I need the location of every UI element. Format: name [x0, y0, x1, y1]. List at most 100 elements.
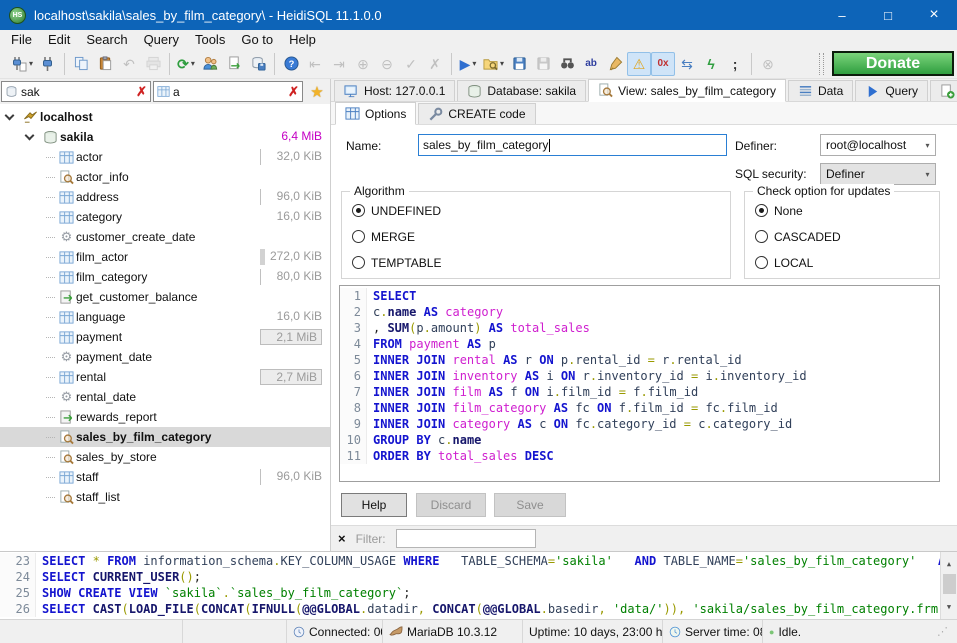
- radio-icon[interactable]: [352, 204, 365, 217]
- tree-item-film_category[interactable]: film_category80,0 KiB: [0, 267, 330, 287]
- view-name-input[interactable]: sales_by_film_category: [418, 134, 727, 156]
- maximize-button[interactable]: □: [865, 0, 911, 30]
- tree-item-sakila[interactable]: sakila6,4 MiB: [0, 127, 330, 147]
- disconnect-icon[interactable]: [36, 52, 60, 76]
- export-database-icon[interactable]: [222, 52, 246, 76]
- definer-combobox[interactable]: root@localhost ▾: [820, 134, 936, 156]
- tab-new-query[interactable]: [930, 80, 957, 101]
- delimiter-icon[interactable]: ;: [723, 52, 747, 76]
- favorites-filter-icon[interactable]: ★: [305, 83, 329, 101]
- user-manager-icon[interactable]: [198, 52, 222, 76]
- scrollbar-thumb[interactable]: [943, 574, 956, 594]
- dropdown-caret-icon[interactable]: ▾: [191, 59, 195, 68]
- tab-database-sakila[interactable]: Database: sakila: [457, 80, 586, 101]
- radio-icon[interactable]: [755, 204, 768, 217]
- subtab-options[interactable]: Options: [335, 102, 416, 125]
- clear-table-filter-icon[interactable]: ✗: [288, 84, 299, 100]
- session-manager-icon[interactable]: ▾: [8, 52, 36, 76]
- view-options-panel: Name: sales_by_film_category Definer: ro…: [331, 125, 957, 525]
- tree-item-sales_by_film_category[interactable]: sales_by_film_category: [0, 427, 330, 447]
- radio-icon[interactable]: [352, 230, 365, 243]
- code-line: 8INNER JOIN film_category AS fc ON f.fil…: [340, 400, 939, 416]
- paste-icon[interactable]: [93, 52, 117, 76]
- donate-button[interactable]: Donate: [832, 51, 954, 76]
- find-text-icon[interactable]: [555, 52, 579, 76]
- menu-tools[interactable]: Tools: [187, 31, 233, 48]
- tree-item-category[interactable]: category16,0 KiB: [0, 207, 330, 227]
- tree-item-language[interactable]: language16,0 KiB: [0, 307, 330, 327]
- dropdown-caret-icon[interactable]: ▾: [472, 59, 476, 68]
- save-sql-icon[interactable]: [507, 52, 531, 76]
- radio-check-option-local[interactable]: LOCAL: [755, 255, 939, 270]
- tree-item-localhost[interactable]: localhost: [0, 107, 330, 127]
- subtab-create-code[interactable]: CREATE code: [418, 103, 535, 124]
- radio-check-option-none[interactable]: None: [755, 203, 939, 218]
- radio-icon[interactable]: [755, 230, 768, 243]
- radio-icon[interactable]: [352, 256, 365, 269]
- tree-item-actor[interactable]: actor32,0 KiB: [0, 147, 330, 167]
- expand-chevron-icon[interactable]: [5, 111, 15, 121]
- radio-algorithm-undefined[interactable]: UNDEFINED: [352, 203, 730, 218]
- run-query-icon[interactable]: ▶▾: [456, 52, 480, 76]
- clear-database-filter-icon[interactable]: ✗: [136, 84, 147, 100]
- query-profiler-icon[interactable]: ϟ: [699, 52, 723, 76]
- dropdown-caret-icon[interactable]: ▾: [29, 59, 33, 68]
- database-filter-input[interactable]: sak ✗: [1, 81, 151, 102]
- table-filter-input[interactable]: a ✗: [153, 81, 303, 102]
- tab-host-127-0-0-1[interactable]: Host: 127.0.0.1: [334, 80, 455, 101]
- tree-item-sales_by_store[interactable]: sales_by_store: [0, 447, 330, 467]
- toolbar-gripper: [819, 53, 824, 75]
- dropdown-caret-icon[interactable]: ▾: [500, 59, 504, 68]
- expand-chevron-icon[interactable]: [25, 131, 35, 141]
- tree-item-get_customer_balance[interactable]: get_customer_balance: [0, 287, 330, 307]
- menu-go-to[interactable]: Go to: [233, 31, 281, 48]
- tree-item-film_actor[interactable]: film_actor272,0 KiB: [0, 247, 330, 267]
- tree-item-address[interactable]: address96,0 KiB: [0, 187, 330, 207]
- save-database-icon[interactable]: [246, 52, 270, 76]
- tree-item-rental[interactable]: rental2,7 MiB: [0, 367, 330, 387]
- tab-query[interactable]: Query: [855, 80, 928, 101]
- close-button[interactable]: ×: [911, 0, 957, 30]
- filter-input[interactable]: [396, 529, 536, 548]
- open-sql-file-icon[interactable]: ▾: [480, 52, 507, 76]
- hex-view-icon[interactable]: 0x: [651, 52, 675, 76]
- log-scrollbar[interactable]: ▲ ▼: [940, 552, 957, 619]
- bind-parameters-icon[interactable]: ⚠: [627, 52, 651, 76]
- menu-edit[interactable]: Edit: [40, 31, 78, 48]
- tree-connector: [46, 377, 55, 378]
- menu-file[interactable]: File: [3, 31, 40, 48]
- explain-analyzer-icon[interactable]: ⇆: [675, 52, 699, 76]
- tree-item-rewards_report[interactable]: rewards_report: [0, 407, 330, 427]
- close-filter-icon[interactable]: ×: [338, 531, 346, 546]
- menu-search[interactable]: Search: [78, 31, 135, 48]
- help-icon[interactable]: ?: [279, 52, 303, 76]
- tree-item-payment_date[interactable]: ⚙payment_date: [0, 347, 330, 367]
- tab-data[interactable]: Data: [788, 80, 853, 101]
- tree-item-staff[interactable]: staff96,0 KiB: [0, 467, 330, 487]
- tab-label: Data: [818, 84, 843, 98]
- scroll-up-icon[interactable]: ▲: [947, 552, 951, 574]
- radio-algorithm-temptable[interactable]: TEMPTABLE: [352, 255, 730, 270]
- copy-icon[interactable]: [69, 52, 93, 76]
- view-select-code-editor[interactable]: 1SELECT2c.name AS category3, SUM(p.amoun…: [339, 285, 940, 482]
- radio-algorithm-merge[interactable]: MERGE: [352, 229, 730, 244]
- sql-security-dropdown[interactable]: Definer ▾: [820, 163, 936, 185]
- menu-help[interactable]: Help: [281, 31, 324, 48]
- tree-item-payment[interactable]: payment2,1 MiB: [0, 327, 330, 347]
- tree-item-staff_list[interactable]: staff_list: [0, 487, 330, 507]
- help-button[interactable]: Help: [341, 493, 407, 517]
- scroll-down-icon[interactable]: ▼: [947, 597, 951, 619]
- resize-grip-icon[interactable]: ⋰: [937, 625, 951, 638]
- reformat-sql-icon[interactable]: [603, 52, 627, 76]
- tree-item-actor_info[interactable]: actor_info: [0, 167, 330, 187]
- tree-item-rental_date[interactable]: ⚙rental_date: [0, 387, 330, 407]
- replace-text-icon[interactable]: ab: [579, 52, 603, 76]
- radio-check-option-cascaded[interactable]: CASCADED: [755, 229, 939, 244]
- menu-query[interactable]: Query: [136, 31, 187, 48]
- minimize-button[interactable]: –: [819, 0, 865, 30]
- radio-icon[interactable]: [755, 256, 768, 269]
- tree-item-customer_create_date[interactable]: ⚙customer_create_date: [0, 227, 330, 247]
- refresh-icon[interactable]: ⟳▾: [174, 52, 198, 76]
- save-button: Save: [494, 493, 566, 517]
- tab-view-sales-by-film-category[interactable]: View: sales_by_film_category: [588, 79, 786, 102]
